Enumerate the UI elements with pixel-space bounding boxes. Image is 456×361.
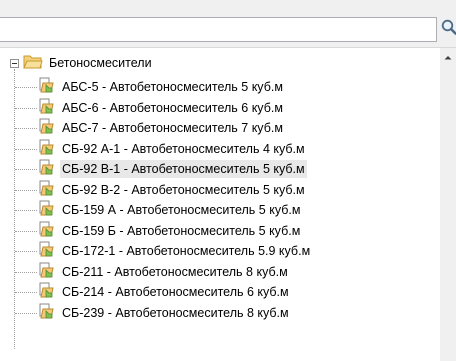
document-icon [38, 303, 56, 324]
search-button[interactable] [441, 17, 456, 43]
search-bar [0, 0, 456, 44]
tree-item-label: СБ-159 А - Автобетоносмеситель 5 куб.м [62, 203, 301, 217]
tree-item-label: СБ-214 - Автобетоносмеситель 6 куб.м [62, 285, 289, 299]
tree-item-label: СБ-172-1 - Автобетоносмеситель 5.9 куб.м [62, 244, 311, 258]
document-icon [38, 262, 56, 283]
tree-item[interactable]: СБ-172-1 - Автобетоносмеситель 5.9 куб.м [38, 241, 312, 261]
tree-item[interactable]: СБ-211 - Автобетоносмеситель 8 куб.м [38, 262, 290, 282]
document-icon [38, 118, 56, 139]
tree-guide-branch [15, 272, 37, 273]
tree-item[interactable]: СБ-159 А - Автобетоносмеситель 5 куб.м [38, 200, 302, 220]
tree-item-label: СБ-239 - Автобетоносмеситель 8 куб.м [62, 306, 289, 320]
tree-item[interactable]: СБ-92 В-2 - Автобетоносмеситель 5 куб.м [38, 180, 307, 200]
tree-guide-branch [15, 251, 37, 252]
search-input[interactable] [0, 17, 437, 42]
tree-item-label: СБ-159 Б - Автобетоносмеситель 5 куб.м [62, 224, 301, 238]
document-icon [38, 180, 56, 201]
document-icon [38, 98, 56, 119]
tree-guide-branch [15, 108, 37, 109]
tree-root-label: Бетоносмесители [49, 56, 152, 70]
document-icon [38, 200, 56, 221]
document-icon [38, 77, 56, 98]
tree-item[interactable]: СБ-92 В-1 - Автобетоносмеситель 5 куб.м [38, 159, 307, 179]
tree-guide-branch [15, 313, 37, 314]
scroll-up-button[interactable] [440, 48, 456, 66]
document-icon [38, 221, 56, 242]
tree-guide-branch [15, 87, 37, 88]
tree-guide-branch [15, 292, 37, 293]
tree-item[interactable]: СБ-239 - Автобетоносмеситель 8 куб.м [38, 303, 291, 323]
arrow-up-icon [444, 56, 452, 60]
tree-item[interactable]: СБ-159 Б - Автобетоносмеситель 5 куб.м [38, 221, 302, 241]
tree-guide-branch [15, 190, 37, 191]
tree-guide-branch [15, 169, 37, 170]
vertical-scrollbar[interactable] [440, 48, 456, 361]
tree-item-label: СБ-92 В-1 - Автобетоносмеситель 5 куб.м [60, 160, 307, 178]
tree-item[interactable]: АБС-7 - Автобетоносмеситель 7 куб.м [38, 118, 285, 138]
search-icon [441, 19, 456, 35]
tree-item-label: СБ-92 В-2 - Автобетоносмеситель 5 куб.м [62, 183, 305, 197]
tree-guide-branch [15, 231, 37, 232]
document-icon [38, 159, 56, 180]
tree-panel: Бетоносмесители АБС-5 - Автобетоносмесит… [0, 47, 456, 361]
tree-root-node[interactable]: Бетоносмесители [10, 53, 154, 73]
document-icon [38, 241, 56, 262]
tree-item[interactable]: АБС-6 - Автобетоносмеситель 6 куб.м [38, 98, 285, 118]
tree-guide-branch [15, 210, 37, 211]
tree-item-label: СБ-211 - Автобетоносмеситель 8 куб.м [62, 265, 288, 279]
tree-guide-branch [15, 149, 37, 150]
collapse-expander-icon[interactable] [10, 58, 19, 68]
tree-item-label: АБС-7 - Автобетоносмеситель 7 куб.м [62, 121, 283, 135]
tree-item-label: АБС-5 - Автобетоносмеситель 5 куб.м [62, 80, 283, 94]
document-icon [38, 282, 56, 303]
folder-open-icon [23, 53, 43, 74]
tree-item-label: АБС-6 - Автобетоносмеситель 6 куб.м [62, 101, 283, 115]
tree-guide-branch [15, 128, 37, 129]
tree-item[interactable]: СБ-92 А-1 - Автобетоносмеситель 4 куб.м [38, 139, 307, 159]
tree-guide-line [14, 69, 15, 349]
tree-item-label: СБ-92 А-1 - Автобетоносмеситель 4 куб.м [62, 142, 305, 156]
document-icon [38, 139, 56, 160]
tree-item[interactable]: АБС-5 - Автобетоносмеситель 5 куб.м [38, 77, 285, 97]
tree-view: Бетоносмесители АБС-5 - Автобетоносмесит… [0, 48, 440, 361]
tree-item[interactable]: СБ-214 - Автобетоносмеситель 6 куб.м [38, 282, 291, 302]
